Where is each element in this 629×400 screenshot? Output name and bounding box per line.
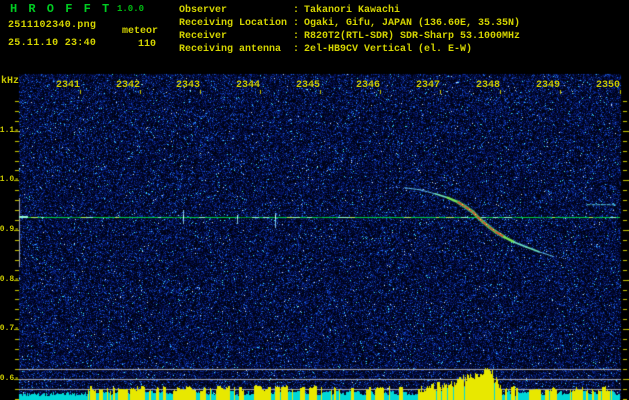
- info-label: Receiving antenna: [179, 44, 282, 55]
- freq-tick-label: 0.6-: [0, 374, 19, 383]
- time-tick-label: 2346: [355, 80, 380, 91]
- info-value: Takanori Kawachi: [304, 5, 401, 16]
- info-value: 2el-HB9CV Vertical (el. E-W): [304, 44, 473, 55]
- time-tick-label: 2342: [115, 80, 140, 91]
- time-tick-label: 2341: [55, 80, 80, 91]
- info-separator: :: [293, 44, 300, 55]
- info-separator: :: [293, 18, 300, 29]
- time-tick-label: 2347: [415, 80, 440, 91]
- freq-tick-label: 0.8-: [0, 275, 19, 284]
- time-tick-label: 2343: [175, 80, 200, 91]
- observation-mode: meteor: [122, 26, 159, 37]
- app-title: H R O F F T: [10, 2, 112, 16]
- info-value: R820T2(RTL-SDR) SDR-Sharp 53.1000MHz: [304, 31, 521, 42]
- freq-tick-label: 1.1-: [0, 126, 19, 135]
- time-tick-label: 2345: [295, 80, 320, 91]
- info-row: Receiving antenna:2el-HB9CV Vertical (el…: [179, 44, 472, 55]
- time-tick-label: 2349: [535, 80, 560, 91]
- time-tick-label: 2350: [595, 80, 620, 91]
- info-row: Receiver: R820T2(RTL-SDR) SDR-Sharp 53.10…: [179, 31, 520, 42]
- info-row: Receiving Location: Ogaki, Gifu, JAPAN (1…: [179, 18, 520, 29]
- spectrogram-canvas: [0, 0, 629, 400]
- freq-tick-label: 0.7-: [0, 324, 19, 333]
- info-label: Receiving Location: [179, 18, 288, 29]
- info-separator: :: [293, 5, 300, 16]
- freq-tick-label: 0.9-: [0, 225, 19, 234]
- hrofft-screen: H R O F F T 1.0.0 2511102340.png meteor …: [0, 0, 629, 400]
- freq-tick-label: 1.0-: [0, 175, 19, 184]
- info-separator: :: [293, 31, 300, 42]
- echo-count: 110: [137, 39, 156, 50]
- time-tick-label: 2348: [475, 80, 500, 91]
- info-label: Receiver: [179, 31, 228, 42]
- info-value: Ogaki, Gifu, JAPAN (136.60E, 35.35N): [304, 18, 521, 29]
- observation-datetime: 25.11.10 23:40: [8, 38, 97, 49]
- time-tick-label: 2344: [235, 80, 260, 91]
- app-version: 1.0.0: [117, 4, 145, 14]
- info-row: Observer: Takanori Kawachi: [179, 5, 400, 16]
- output-filename: 2511102340.png: [8, 20, 97, 31]
- freq-axis-unit: kHz: [1, 76, 20, 87]
- info-label: Observer: [179, 5, 228, 16]
